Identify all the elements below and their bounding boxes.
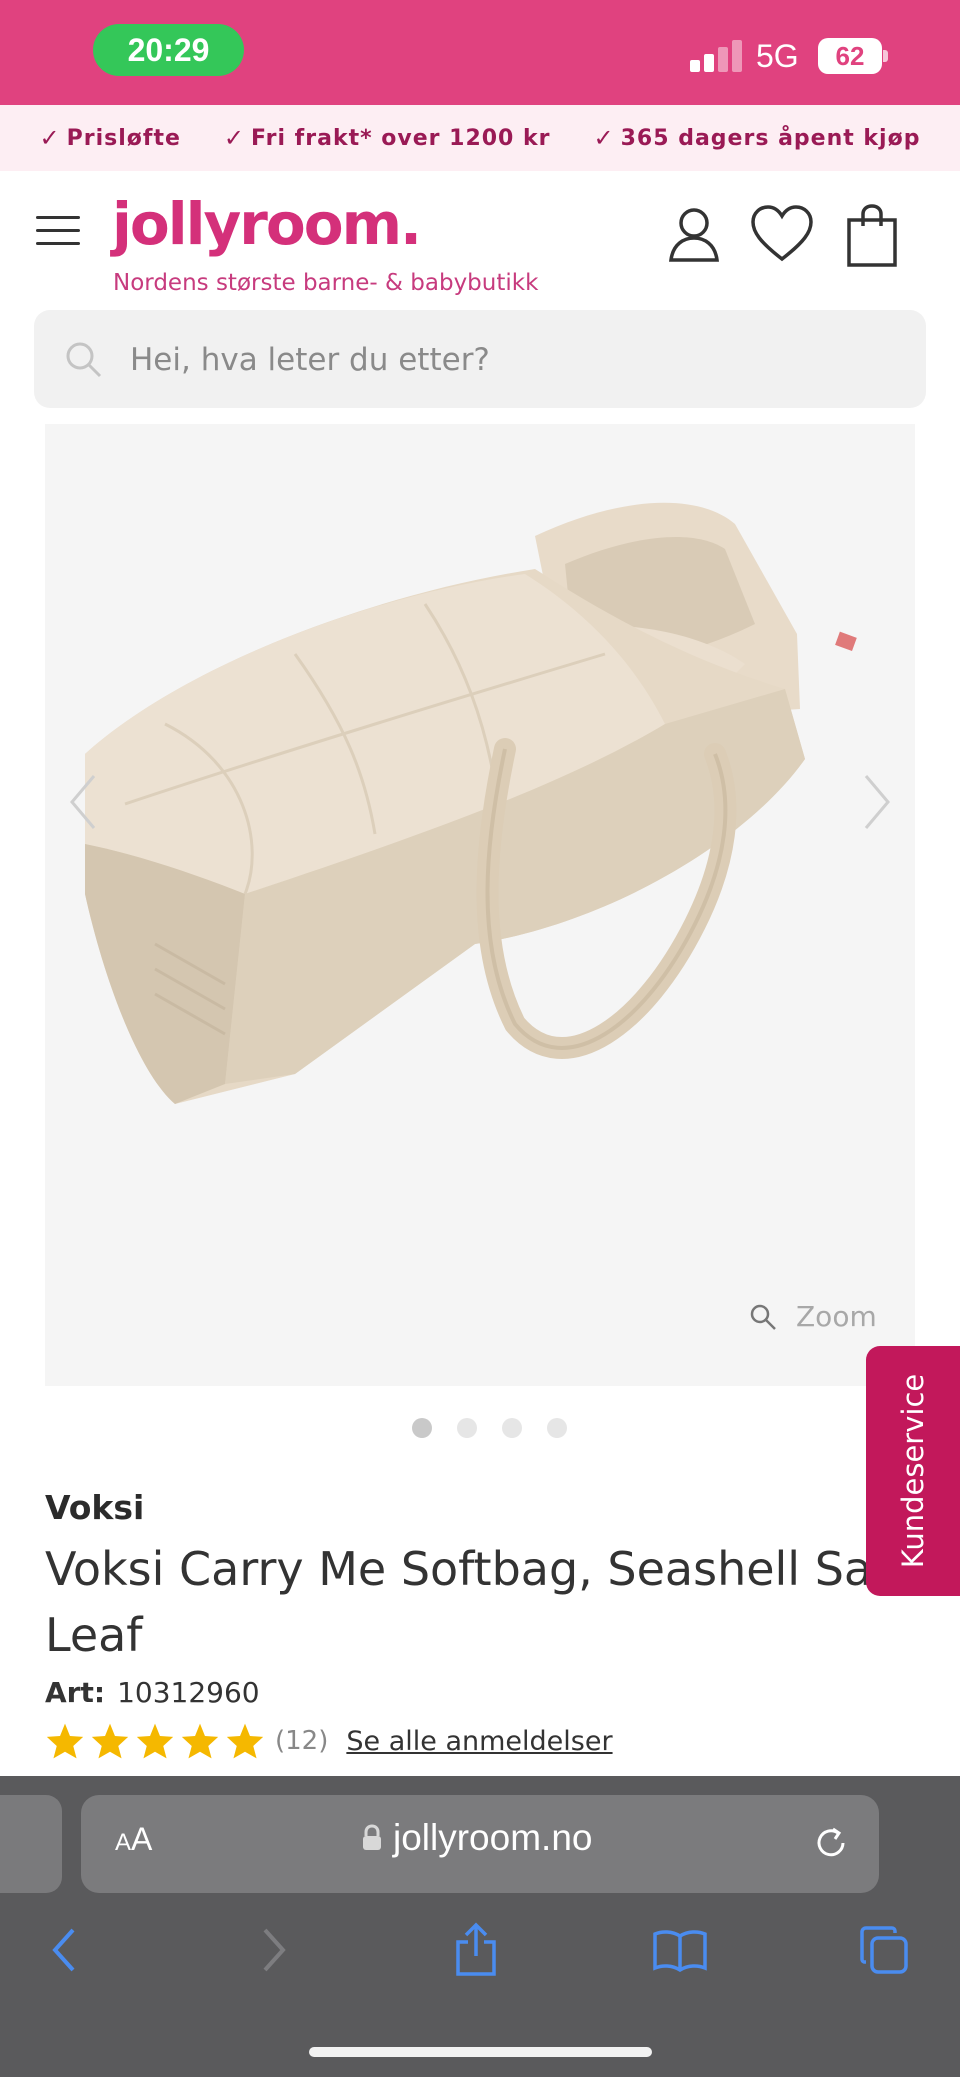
usp-text: Fri frakt* over 1200 kr [251, 125, 551, 151]
status-time: 20:29 [93, 24, 244, 76]
tabs-icon[interactable] [854, 1920, 914, 1980]
previous-tab-peek[interactable] [0, 1795, 62, 1893]
customer-service-label: Kundeservice [896, 1373, 930, 1569]
star-icon [226, 1723, 264, 1759]
cellular-signal-icon [690, 40, 742, 72]
url-domain: jollyroom.no [393, 1817, 593, 1858]
gallery-prev-arrow-icon[interactable] [68, 772, 98, 832]
usp-item: ✓ Fri frakt* over 1200 kr [224, 124, 551, 152]
zoom-label: Zoom [796, 1300, 877, 1333]
site-logo[interactable]: jollyroom. [112, 190, 422, 258]
url-display[interactable]: jollyroom.no [361, 1817, 592, 1859]
check-icon: ✓ [223, 124, 245, 152]
zoom-icon [750, 1304, 776, 1330]
bookmarks-icon[interactable] [650, 1920, 710, 1980]
review-count: (12) [275, 1726, 329, 1756]
wishlist-heart-icon[interactable] [750, 204, 813, 264]
usp-item: ✓ Prisløfte [40, 124, 181, 152]
gallery-pagination [412, 1418, 567, 1438]
product-rating[interactable]: (12) Se alle anmeldelser [45, 1722, 613, 1760]
back-icon[interactable] [34, 1920, 94, 1980]
rating-stars [45, 1722, 265, 1760]
gallery-dot[interactable] [547, 1418, 567, 1438]
carrycot-illustration [85, 502, 857, 1104]
product-image[interactable] [45, 424, 915, 1386]
gallery-dot[interactable] [502, 1418, 522, 1438]
gallery-dot[interactable] [412, 1418, 432, 1438]
status-bar: 20:29 5G 62 [0, 0, 960, 105]
usp-text: Prisløfte [66, 125, 181, 151]
usp-item: ✓ 365 dagers åpent kjøp [594, 124, 921, 152]
share-icon[interactable] [446, 1920, 506, 1980]
product-brand[interactable]: Voksi [45, 1488, 144, 1527]
search-icon [64, 340, 104, 380]
reader-options-button[interactable]: AA [115, 1821, 152, 1858]
battery-level: 62 [818, 38, 882, 74]
product-title-line1: Voksi Carry Me Softbag, Seashell Sand [45, 1542, 931, 1596]
site-tagline: Nordens største barne- & babybutikk [113, 270, 539, 296]
search-input[interactable] [130, 330, 890, 390]
article-label: Art: [45, 1676, 106, 1709]
gallery-next-arrow-icon[interactable] [862, 772, 892, 832]
browser-nav-bar [0, 1920, 960, 1980]
lock-icon [363, 1824, 381, 1850]
star-icon [91, 1723, 129, 1759]
star-icon [136, 1723, 174, 1759]
product-title: Voksi Carry Me Softbag, Seashell Sand Le… [45, 1536, 945, 1668]
battery-icon: 62 [818, 38, 888, 74]
check-icon: ✓ [39, 124, 61, 152]
check-icon: ✓ [593, 124, 615, 152]
menu-icon[interactable] [36, 216, 80, 246]
network-type: 5G [756, 38, 799, 74]
star-icon [46, 1723, 84, 1759]
gallery-dot[interactable] [457, 1418, 477, 1438]
reload-icon[interactable] [811, 1823, 851, 1863]
usp-text: 365 dagers åpent kjøp [620, 125, 921, 151]
star-icon [181, 1723, 219, 1759]
article-number: Art: 10312960 [45, 1676, 260, 1709]
product-title-line2: Leaf [45, 1608, 143, 1662]
shopping-bag-icon[interactable] [846, 204, 906, 267]
search-bar[interactable] [34, 310, 926, 408]
home-indicator[interactable] [309, 2047, 652, 2057]
address-bar[interactable]: AA jollyroom.no [81, 1795, 879, 1893]
customer-service-tab[interactable]: Kundeservice [866, 1346, 960, 1596]
zoom-button[interactable]: Zoom [748, 1300, 877, 1333]
usp-bar: ✓ Prisløfte ✓ Fri frakt* over 1200 kr ✓ … [0, 105, 960, 171]
account-icon[interactable] [664, 204, 724, 264]
forward-icon[interactable] [244, 1920, 304, 1980]
see-all-reviews-link[interactable]: Se alle anmeldelser [346, 1726, 612, 1757]
article-value: 10312960 [117, 1676, 260, 1709]
